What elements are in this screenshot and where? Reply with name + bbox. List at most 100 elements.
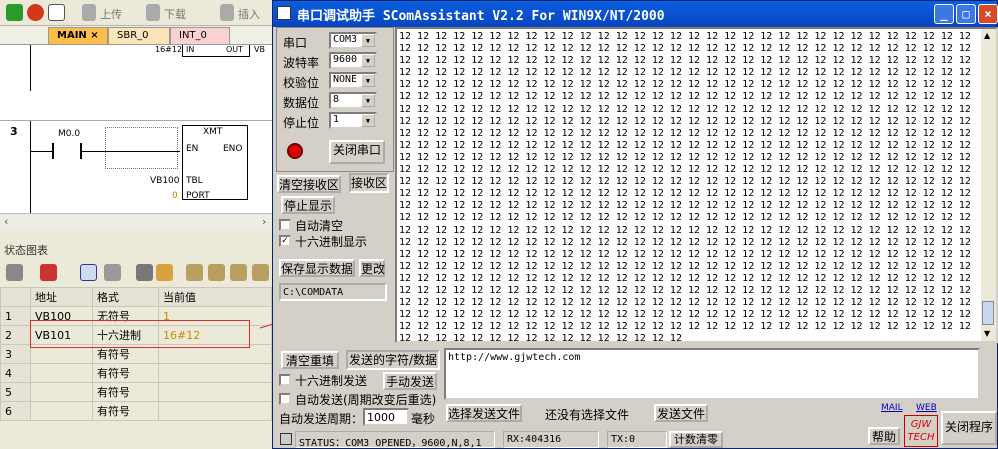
title-bar[interactable]: 串口调试助手 SComAssistant V2.2 For WIN9X/NT/2… (273, 1, 998, 27)
chart-status-icon[interactable] (80, 264, 97, 281)
insert-icon[interactable] (220, 4, 234, 21)
table-row[interactable]: 4 有符号 (0, 363, 272, 383)
row-number: 1 (0, 306, 31, 326)
chevron-down-icon: ▼ (361, 54, 375, 67)
tab-int0-label: INT_0 (179, 30, 207, 41)
download-icon[interactable] (146, 4, 160, 21)
pencil-icon[interactable] (156, 264, 173, 281)
rx-count: RX:404316 (503, 431, 599, 448)
stop-icon[interactable] (27, 4, 44, 21)
prev-out: OUT (226, 45, 244, 54)
port-select[interactable]: COM3 ▼ (329, 32, 377, 49)
data-bits-select[interactable]: 8 ▼ (329, 92, 377, 109)
format-cell[interactable]: 有符号 (92, 363, 159, 383)
program-tabs: MAIN × SBR_0 INT_0 (0, 26, 272, 45)
row-number: 5 (0, 382, 31, 402)
scroll-down-icon[interactable]: ▼ (984, 329, 990, 338)
vertical-scrollbar[interactable]: ▲ ▼ (981, 29, 996, 341)
maximize-button[interactable]: □ (956, 4, 976, 24)
web-link[interactable]: WEB (916, 403, 937, 413)
unlock-icon[interactable] (208, 264, 225, 281)
chevron-down-icon: ▼ (361, 74, 375, 87)
scroll-up-icon[interactable]: ▲ (984, 31, 990, 40)
upload-icon[interactable] (82, 4, 96, 21)
close-button[interactable]: × (978, 4, 998, 24)
status-chart-toolbar (0, 260, 272, 286)
selection-cell[interactable] (105, 127, 178, 169)
clear-recv-button[interactable]: 清空接收区 (277, 175, 341, 193)
receive-area[interactable]: 12 12 12 12 12 12 12 12 12 12 12 12 12 1… (395, 27, 998, 343)
period-label: 自动发送周期： (279, 412, 364, 426)
send-textarea[interactable]: http://www.gjwtech.com (444, 348, 980, 400)
binoculars-icon[interactable] (136, 264, 153, 281)
status-bar: STATUS：COM3 OPENED，9600,N,8,1 RX:404316 … (283, 431, 873, 449)
clear-resend-button[interactable]: 清空重填 (281, 351, 339, 369)
insert-label[interactable]: 插入 (238, 6, 260, 22)
address-cell[interactable] (30, 382, 93, 402)
lock-icon[interactable] (186, 264, 203, 281)
close-port-button[interactable]: 关闭串口 (329, 140, 385, 164)
download-label[interactable]: 下载 (164, 6, 186, 22)
contact-address: M0.0 (58, 129, 81, 139)
recv-area-button[interactable]: 接收区 (349, 173, 389, 193)
minimize-button[interactable]: _ (934, 4, 954, 24)
upload-label[interactable]: 上传 (100, 6, 122, 22)
format-cell[interactable]: 有符号 (92, 401, 159, 421)
change-path-button[interactable]: 更改 (359, 259, 385, 277)
auto-clear-checkbox[interactable] (279, 219, 291, 231)
tab-main[interactable]: MAIN × (48, 27, 108, 44)
hex-show-checkbox[interactable]: ✓ (279, 235, 291, 247)
ms-label: 毫秒 (411, 412, 436, 426)
tab-int0[interactable]: INT_0 (170, 27, 230, 44)
ladder-editor[interactable]: 16#12 IN OUT VB 3 M0.0 XMT EN ENO TBL PO… (0, 45, 272, 213)
tab-sbr0[interactable]: SBR_0 (108, 27, 170, 44)
settings-group: 串口 波特率 校验位 数据位 停止位 COM3 ▼ 9600 ▼ NONE ▼ 8 ▼ … (276, 27, 394, 172)
tab-sbr0-label: SBR_0 (117, 30, 149, 41)
manual-send-button[interactable]: 手动发送 (383, 372, 437, 390)
count-clear-button[interactable]: 计数清零 (669, 431, 723, 448)
horizontal-scrollbar[interactable]: ‹ › (0, 213, 272, 229)
chevron-down-icon: ▼ (361, 94, 375, 107)
close-program-button[interactable]: 关闭程序 (941, 411, 997, 445)
table-row[interactable]: 6 有符号 (0, 401, 272, 421)
auto-send-checkbox[interactable] (279, 393, 291, 405)
format-cell[interactable]: 有符号 (92, 382, 159, 402)
save-data-button[interactable]: 保存显示数据 (279, 259, 355, 277)
stop-show-button[interactable]: 停止显示 (281, 196, 335, 214)
period-input[interactable]: 1000 (363, 408, 409, 426)
force-icon[interactable] (230, 264, 247, 281)
data-bits-value: 8 (333, 94, 340, 105)
delete-icon[interactable] (40, 264, 57, 281)
mail-link[interactable]: MAIL (881, 403, 903, 413)
address-cell[interactable] (30, 363, 93, 383)
scroll-thumb[interactable] (982, 301, 994, 325)
send-file-button[interactable]: 发送文件 (654, 404, 708, 422)
hex-send-label: 十六进制发送 (295, 374, 368, 388)
read-icon[interactable] (252, 264, 269, 281)
scroll-left-icon[interactable]: ‹ (4, 215, 8, 228)
baud-label: 波特率 (283, 56, 320, 70)
table-row[interactable]: 5 有符号 (0, 382, 272, 402)
hex-send-checkbox[interactable] (279, 374, 291, 386)
send-area-button[interactable]: 发送的字符/数据 (346, 350, 440, 370)
scroll-right-icon[interactable]: › (262, 215, 266, 228)
compile-icon[interactable] (48, 4, 65, 21)
stop-bits-select[interactable]: 1 ▼ (329, 112, 377, 129)
parity-select[interactable]: NONE ▼ (329, 72, 377, 89)
table-icon[interactable] (6, 264, 23, 281)
value-cell (158, 382, 272, 402)
status-icon (280, 433, 292, 445)
value-cell (158, 401, 272, 421)
address-cell[interactable] (30, 401, 93, 421)
save-path-field[interactable]: C:\COMDATA (279, 283, 387, 301)
contact-symbol[interactable] (52, 143, 82, 159)
port-value: COM3 (333, 34, 358, 45)
select-file-button[interactable]: 选择发送文件 (446, 404, 522, 422)
chevron-down-icon: ▼ (361, 34, 375, 47)
corner-cell (0, 287, 31, 307)
pause-icon[interactable] (104, 264, 121, 281)
baud-select[interactable]: 9600 ▼ (329, 52, 377, 69)
prev-in: IN (186, 45, 195, 54)
run-icon[interactable] (6, 4, 23, 21)
parity-label: 校验位 (283, 76, 320, 90)
